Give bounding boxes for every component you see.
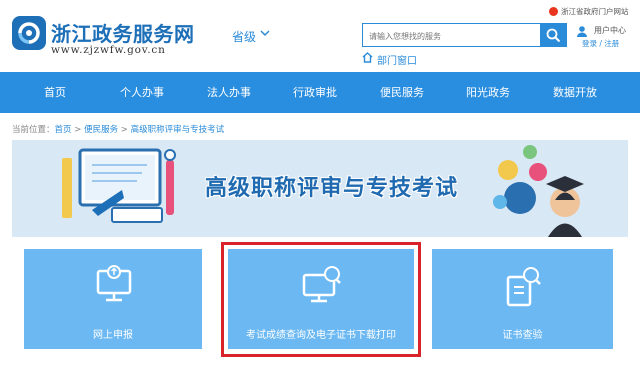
register-link[interactable]: 注册	[604, 39, 619, 48]
search-button[interactable]	[540, 23, 567, 47]
card-certificate-verification[interactable]: 证书查验	[432, 249, 613, 349]
nav-item-open-data[interactable]: 数据开放	[535, 72, 615, 113]
gov-emblem-icon	[549, 7, 558, 16]
breadcrumb-separator: >	[118, 125, 131, 135]
nav-item-corporate[interactable]: 法人办事	[189, 72, 269, 113]
nav-item-convenience[interactable]: 便民服务	[362, 72, 442, 113]
site-logo-icon[interactable]	[11, 15, 47, 51]
banner-title: 高级职称评审与专技考试	[205, 176, 459, 201]
gov-portal-link[interactable]: 浙江省政府门户网站	[561, 6, 629, 17]
card-label: 证书查验	[502, 330, 543, 341]
login-link[interactable]: 登录	[582, 39, 597, 48]
banner-illustration-left	[62, 148, 176, 223]
user-center-link[interactable]: 用户中心	[594, 25, 626, 36]
main-nav: 首页 个人办事 法人办事 行政审批 便民服务 阳光政务 数据开放	[0, 72, 640, 113]
region-selector[interactable]: 省级	[232, 28, 256, 45]
home-icon	[362, 52, 373, 63]
certificate-search-icon	[506, 267, 541, 307]
card-label: 网上申报	[93, 330, 133, 341]
search-box	[362, 23, 540, 48]
card-online-application[interactable]: 网上申报	[24, 249, 202, 349]
nav-item-home[interactable]: 首页	[15, 72, 95, 113]
breadcrumb-home[interactable]: 首页	[55, 125, 72, 135]
breadcrumb-current: 高级职称评审与专技考试	[130, 125, 225, 135]
breadcrumb-convenience[interactable]: 便民服务	[84, 125, 118, 135]
search-input[interactable]	[363, 25, 540, 48]
nav-item-personal[interactable]: 个人办事	[102, 72, 182, 113]
site-url: www.zjzwfw.gov.cn	[51, 44, 166, 56]
banner-illustration-right	[493, 145, 584, 237]
site-name[interactable]: 浙江政务服务网	[51, 18, 195, 47]
nav-item-approval[interactable]: 行政审批	[275, 72, 355, 113]
user-icon	[577, 26, 587, 37]
nav-item-transparency[interactable]: 阳光政务	[448, 72, 528, 113]
department-window-link[interactable]: 部门窗口	[377, 52, 417, 67]
upload-monitor-icon	[96, 265, 132, 302]
highlight-frame	[221, 242, 421, 357]
auth-links: 登录 / 注册	[582, 38, 619, 49]
search-icon	[546, 28, 561, 43]
header: 浙江政务服务网 www.zjzwfw.gov.cn 省级 部门窗口 浙江省政府门…	[0, 0, 640, 72]
banner: 高级职称评审与专技考试	[12, 140, 628, 237]
breadcrumb-prefix: 当前位置：	[12, 125, 55, 135]
breadcrumb: 当前位置：首页 > 便民服务 > 高级职称评审与专技考试	[12, 123, 224, 135]
chevron-down-icon[interactable]	[259, 27, 271, 39]
breadcrumb-separator: >	[71, 125, 85, 135]
